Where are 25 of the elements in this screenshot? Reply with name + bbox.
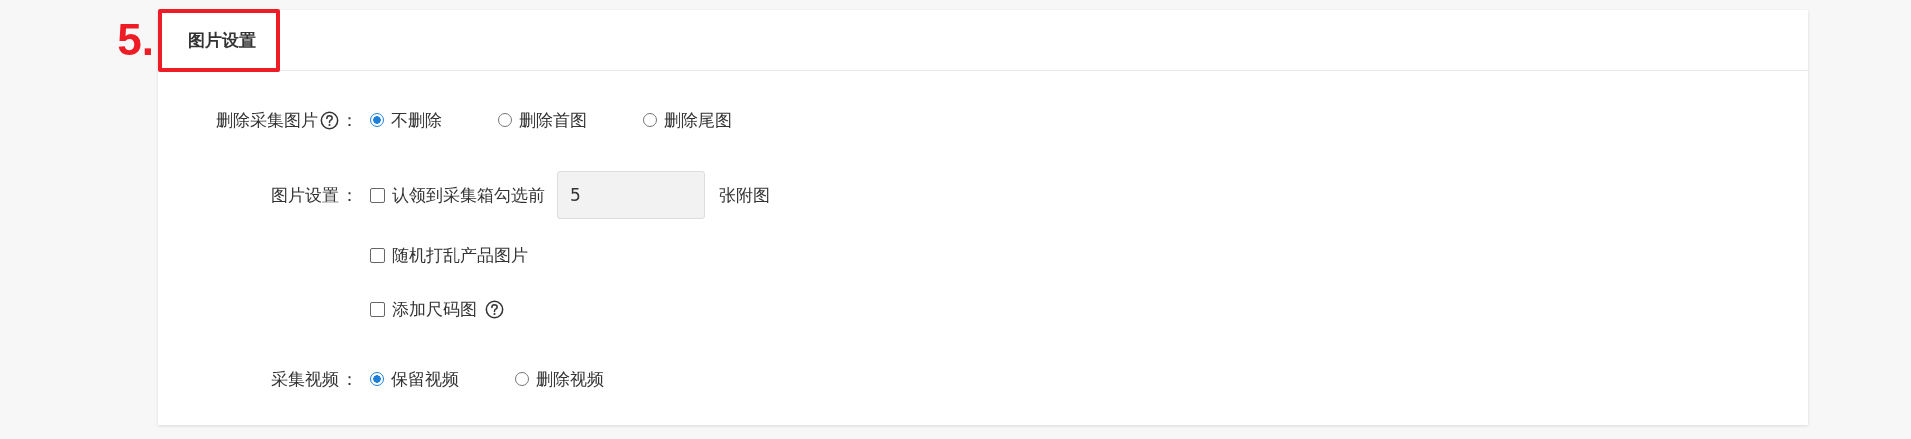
radio-option[interactable]: 保留视频 — [370, 367, 459, 391]
checkbox-option[interactable]: 添加尺码图 — [370, 297, 477, 321]
field-label: 采集视频 — [271, 367, 339, 391]
label-colon: ： — [341, 108, 358, 132]
field-label: 删除采集图片 — [216, 108, 318, 132]
unit-label: 张附图 — [719, 183, 770, 207]
step-number: 5. — [116, 14, 155, 62]
checkbox-option[interactable]: 随机打乱产品图片 — [370, 243, 528, 267]
radio-option[interactable]: 删除尾图 — [643, 108, 732, 132]
checkbox[interactable] — [370, 301, 385, 317]
count-input[interactable]: 5 — [557, 171, 705, 219]
radio-button[interactable] — [370, 113, 384, 127]
radio-button[interactable] — [370, 372, 384, 386]
label-colon: ： — [341, 367, 358, 391]
radio-option[interactable]: 删除首图 — [498, 108, 587, 132]
checkbox[interactable] — [370, 247, 385, 263]
checkbox-option[interactable]: 认领到采集箱勾选前 — [370, 183, 545, 207]
section-title: 图片设置 — [158, 9, 280, 72]
help-icon[interactable] — [320, 110, 339, 130]
label-colon: ： — [341, 183, 358, 207]
help-icon[interactable] — [485, 299, 504, 319]
radio-option[interactable]: 不删除 — [370, 108, 442, 132]
field-label: 图片设置 — [271, 183, 339, 207]
checkbox[interactable] — [370, 187, 385, 203]
radio-option[interactable]: 删除视频 — [515, 367, 604, 391]
